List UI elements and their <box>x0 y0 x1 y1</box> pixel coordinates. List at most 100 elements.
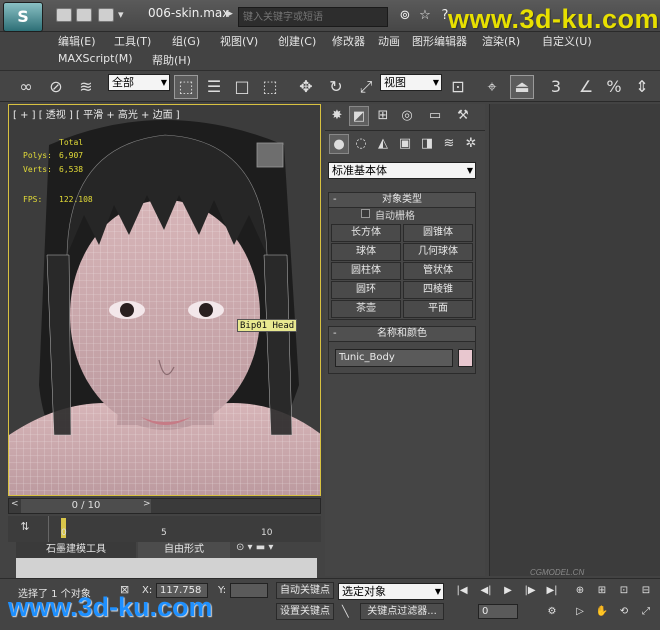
time-slider[interactable]: 0 / 10 <box>21 499 151 513</box>
cone-button[interactable]: 圆锥体 <box>403 224 473 242</box>
zoom-icon[interactable]: ⊕ <box>570 583 590 599</box>
tab-freeform[interactable]: 自由形式 <box>138 542 230 558</box>
geometry-category-dropdown[interactable]: 标准基本体 ▼ <box>328 162 476 179</box>
prev-frame-icon[interactable]: < <box>11 499 19 509</box>
star-icon[interactable]: ☆ <box>416 7 434 25</box>
menu-modifiers[interactable]: 修改器 <box>332 33 365 49</box>
zoom-all-icon[interactable]: ⊞ <box>592 583 612 599</box>
sphere-button[interactable]: 球体 <box>331 243 401 261</box>
scale-icon[interactable]: ⤢ <box>354 75 378 99</box>
tab-modify-icon[interactable]: ◩ <box>349 106 369 126</box>
menu-tools[interactable]: 工具(T) <box>114 33 151 49</box>
tab-motion-icon[interactable]: ◎ <box>397 106 417 126</box>
search-input[interactable] <box>238 7 388 27</box>
tab-graphite-modeling[interactable]: 石墨建模工具 <box>16 542 136 558</box>
prev-key-icon[interactable]: ◀| <box>476 583 496 599</box>
perspective-viewport[interactable]: [ + ] [ 透视 ] [ 平滑 + 高光 + 边面 ] Total Poly… <box>8 104 321 496</box>
current-frame-field[interactable]: 0 <box>478 604 518 619</box>
menu-create[interactable]: 创建(C) <box>278 33 316 49</box>
tab-create-icon[interactable]: ✸ <box>327 106 347 126</box>
trackbar[interactable]: ⇅ 0 5 10 <box>8 516 321 542</box>
zoom-extents-all-icon[interactable]: ⊟ <box>636 583 656 599</box>
name-color-header[interactable]: - 名称和颜色 <box>329 327 475 342</box>
torus-button[interactable]: 圆环 <box>331 281 401 299</box>
bind-spacewarp-icon[interactable]: ≋ <box>74 75 98 99</box>
save-icon[interactable] <box>98 8 114 22</box>
menu-help[interactable]: 帮助(H) <box>152 52 191 68</box>
rect-selection-icon[interactable]: □ <box>230 75 254 99</box>
ribbon-toggle-icon[interactable]: ⊙ ▾ ▬ ▾ <box>236 542 273 553</box>
goto-start-icon[interactable]: |◀ <box>452 583 472 599</box>
play-icon[interactable]: ▶ <box>498 583 518 599</box>
geometry-icon[interactable]: ● <box>329 134 349 154</box>
unlink-icon[interactable]: ⊘ <box>44 75 68 99</box>
systems-icon[interactable]: ✲ <box>461 134 481 154</box>
orbit-icon[interactable]: ⟲ <box>614 604 634 620</box>
mini-curve-editor-icon[interactable]: ⇅ <box>14 520 36 538</box>
teapot-button[interactable]: 茶壶 <box>331 300 401 318</box>
fov-icon[interactable]: ▷ <box>570 604 590 620</box>
plane-button[interactable]: 平面 <box>403 300 473 318</box>
menu-edit[interactable]: 编辑(E) <box>58 33 96 49</box>
undo-icon[interactable]: ▾ <box>118 8 124 21</box>
zoom-extents-icon[interactable]: ⊡ <box>614 583 634 599</box>
menu-views[interactable]: 视图(V) <box>220 33 258 49</box>
menu-maxscript[interactable]: MAXScript(M) <box>58 52 133 65</box>
move-icon[interactable]: ✥ <box>294 75 318 99</box>
select-manipulate-icon[interactable]: ⌖ <box>480 75 504 99</box>
tab-utilities-icon[interactable]: ⚒ <box>453 106 473 126</box>
time-slider-track[interactable]: < 0 / 10 > <box>8 498 321 514</box>
select-by-name-icon[interactable]: ☰ <box>202 75 226 99</box>
menu-customize[interactable]: 自定义(U) <box>542 33 592 49</box>
angle-snap-icon[interactable]: ∠ <box>574 75 598 99</box>
box-button[interactable]: 长方体 <box>331 224 401 242</box>
rotate-icon[interactable]: ↻ <box>324 75 348 99</box>
menu-group[interactable]: 组(G) <box>172 33 200 49</box>
window-crossing-icon[interactable]: ⬚ <box>258 75 282 99</box>
auto-key-button[interactable]: 自动关键点 <box>276 582 334 599</box>
pivot-center-icon[interactable]: ⊡ <box>446 75 470 99</box>
maximize-viewport-icon[interactable]: ⤢ <box>636 604 656 620</box>
object-color-swatch[interactable] <box>458 349 473 367</box>
binoculars-icon[interactable]: ⊚ <box>396 7 414 25</box>
snap-toggle-icon[interactable]: 3 <box>544 75 568 99</box>
key-filters-button[interactable]: 关键点过滤器... <box>360 603 444 620</box>
reference-coord-dropdown[interactable]: 视图 ▼ <box>380 74 442 91</box>
object-name-input[interactable]: Tunic_Body <box>335 349 453 367</box>
shapes-icon[interactable]: ◌ <box>351 134 371 154</box>
next-frame-icon[interactable]: > <box>143 499 151 509</box>
selection-filter-dropdown[interactable]: 全部 ▼ <box>108 74 170 91</box>
lights-icon[interactable]: ◭ <box>373 134 393 154</box>
open-folder-icon[interactable] <box>76 8 92 22</box>
cylinder-button[interactable]: 圆柱体 <box>331 262 401 280</box>
keyboard-shortcut-override-icon[interactable]: ⏏ <box>510 75 534 99</box>
expand-arrow-icon[interactable]: ▶ <box>226 9 233 19</box>
menu-graph-editors[interactable]: 图形编辑器 <box>412 33 467 49</box>
autogrid-checkbox[interactable] <box>361 209 370 218</box>
object-type-header[interactable]: - 对象类型 <box>329 193 475 208</box>
select-object-icon[interactable]: ⬚ <box>174 75 198 99</box>
goto-end-icon[interactable]: ▶| <box>542 583 562 599</box>
tab-hierarchy-icon[interactable]: ⊞ <box>373 106 393 126</box>
viewport-label[interactable]: [ + ] [ 透视 ] [ 平滑 + 高光 + 边面 ] <box>13 106 180 121</box>
menu-animation[interactable]: 动画 <box>378 33 400 49</box>
next-key-icon[interactable]: |▶ <box>520 583 540 599</box>
pyramid-button[interactable]: 四棱锥 <box>403 281 473 299</box>
new-file-icon[interactable] <box>56 8 72 22</box>
tube-button[interactable]: 管状体 <box>403 262 473 280</box>
app-logo-button[interactable]: S <box>3 2 43 32</box>
percent-snap-icon[interactable]: % <box>602 75 626 99</box>
link-icon[interactable]: ∞ <box>14 75 38 99</box>
spinner-snap-icon[interactable]: ⇕ <box>630 75 654 99</box>
menu-rendering[interactable]: 渲染(R) <box>482 33 520 49</box>
time-config-icon[interactable]: ⚙ <box>542 604 562 620</box>
helpers-icon[interactable]: ◨ <box>417 134 437 154</box>
y-coord-field[interactable] <box>230 583 268 598</box>
set-key-button[interactable]: 设置关键点 <box>276 603 334 620</box>
spacewarps-icon[interactable]: ≋ <box>439 134 459 154</box>
geosphere-button[interactable]: 几何球体 <box>403 243 473 261</box>
selection-set-dropdown[interactable]: 选定对象 ▼ <box>338 583 444 600</box>
tab-display-icon[interactable]: ▭ <box>425 106 445 126</box>
cameras-icon[interactable]: ▣ <box>395 134 415 154</box>
pan-icon[interactable]: ✋ <box>592 604 612 620</box>
